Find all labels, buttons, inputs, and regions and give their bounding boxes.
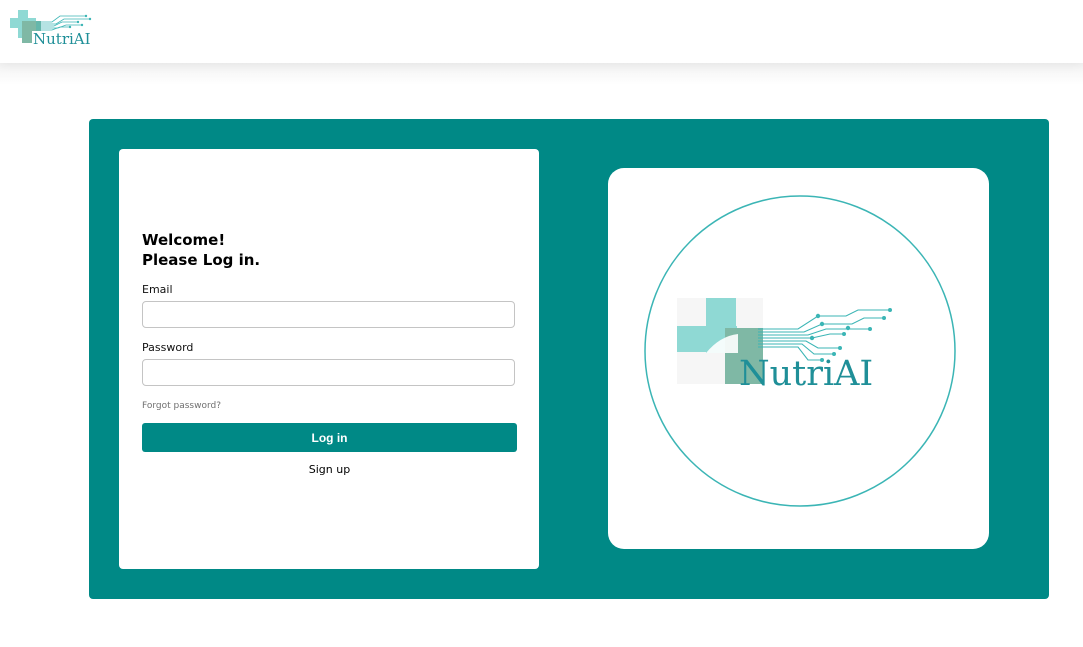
password-label: Password xyxy=(142,341,194,354)
email-field[interactable] xyxy=(142,301,515,328)
login-panel: Welcome! Please Log in. Email Password F… xyxy=(89,119,1049,599)
login-heading: Welcome! Please Log in. xyxy=(142,230,260,270)
top-navbar: NutriAI xyxy=(0,0,1083,63)
navbar-shadow xyxy=(0,63,1083,85)
email-label: Email xyxy=(142,283,173,296)
login-button[interactable]: Log in xyxy=(142,423,517,452)
nav-logo[interactable]: NutriAI xyxy=(8,8,98,52)
heading-welcome: Welcome! xyxy=(142,231,226,249)
nav-logo-text: NutriAI xyxy=(33,30,91,48)
forgot-password-link[interactable]: Forgot password? xyxy=(142,400,221,412)
heading-please-login: Please Log in. xyxy=(142,251,261,269)
hero-logo-text: NutriAI xyxy=(739,354,874,394)
signup-link[interactable]: Sign up xyxy=(142,463,517,477)
password-field[interactable] xyxy=(142,359,515,386)
login-card: Welcome! Please Log in. Email Password F… xyxy=(119,149,539,569)
circuit-lines-icon xyxy=(758,309,890,361)
hero-logo-card: NutriAI xyxy=(608,168,989,549)
